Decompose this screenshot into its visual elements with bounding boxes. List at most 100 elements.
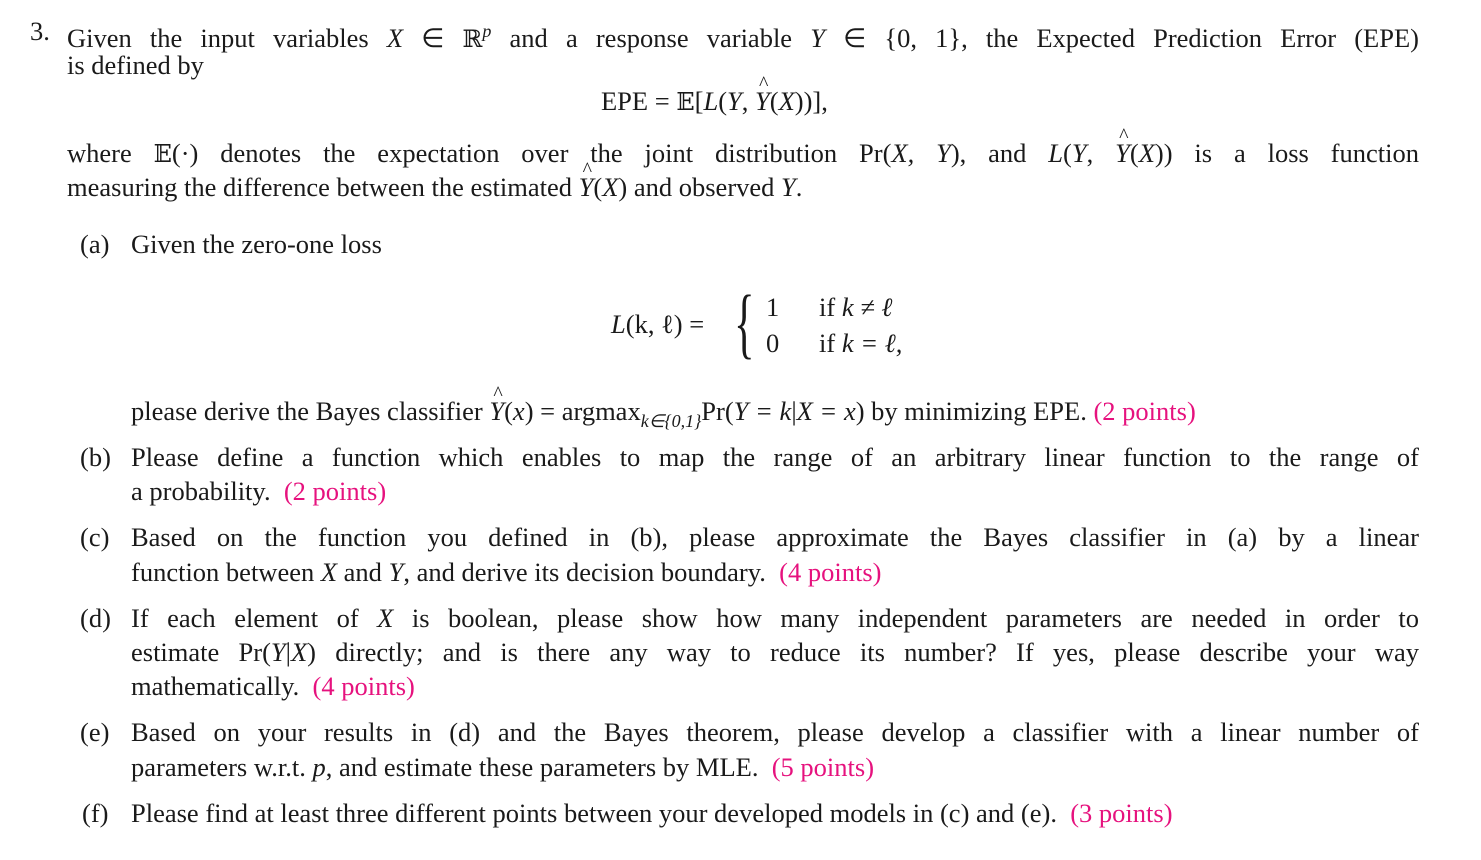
var-X: X xyxy=(1138,138,1155,168)
var-Y: Y xyxy=(810,23,825,53)
part-e-text: parameters w.r.t. xyxy=(131,752,313,782)
real-numbers-symbol: ℝ xyxy=(462,25,483,53)
paren-open: ( xyxy=(593,172,603,202)
where-text-b: (·) denotes the expectation over the joi… xyxy=(171,138,892,168)
if-text: if xyxy=(819,328,842,358)
problem-intro-line2: is defined by xyxy=(67,50,204,80)
where-line2: measuring the difference between the est… xyxy=(67,153,803,204)
where-text-c: ), and xyxy=(950,138,1049,168)
part-c-label: (c) xyxy=(80,522,110,552)
pr-text: Pr( xyxy=(701,396,734,426)
expectation-symbol: 𝔼 xyxy=(676,88,695,116)
comma: , xyxy=(1086,138,1116,168)
paren-open: ( xyxy=(1063,138,1072,168)
and-text: and xyxy=(337,557,389,587)
part-a-followup: please derive the Bayes classifier Y(x) … xyxy=(131,377,1196,438)
part-c-line2: function between X and Y, and derive its… xyxy=(131,555,881,589)
where-text-a: where xyxy=(67,138,154,168)
where-text-e: )) is a loss function xyxy=(1154,138,1419,168)
case1-expr: k ≠ ℓ xyxy=(841,292,893,322)
loss-L: L xyxy=(1048,138,1064,168)
problem-intro-line1: Given the input variables X ∈ ℝp and a r… xyxy=(67,14,1419,56)
paren-open: ( xyxy=(1129,138,1139,168)
var-X: X xyxy=(602,172,619,202)
case2-expr: k = ℓ, xyxy=(841,328,903,358)
loss-L: L xyxy=(611,309,626,339)
where-line1: where 𝔼(·) denotes the expectation over … xyxy=(67,119,1419,171)
var-Y: Y xyxy=(270,637,286,667)
element-of-symbol: ∈ xyxy=(403,23,463,53)
points-badge: (5 points) xyxy=(771,752,875,782)
period: . xyxy=(795,172,803,202)
part-d-line2: estimate Pr(Y|X) directly; and is there … xyxy=(131,635,1419,669)
case1-condition: if k ≠ ℓ xyxy=(819,290,892,324)
var-Y: Y xyxy=(1071,138,1087,168)
part-d-text-b: ) directly; and is there any way to redu… xyxy=(307,637,1420,667)
left-brace: { xyxy=(734,279,755,366)
var-X: X xyxy=(290,637,308,667)
loss-args: (k, ℓ) = xyxy=(625,309,705,339)
if-text: if xyxy=(819,292,842,322)
var-Y: Y xyxy=(727,86,742,116)
part-d-line3: mathematically. (4 points) xyxy=(131,669,415,703)
case2-value: 0 xyxy=(766,328,780,358)
var-p: p xyxy=(312,752,326,782)
intro-text-c: , the Expected Prediction Error (EPE) xyxy=(961,23,1419,53)
var-Y-hat: Y xyxy=(579,153,594,204)
points-badge: (4 points) xyxy=(312,671,415,701)
part-d-text: If each element of xyxy=(131,603,378,633)
points-badge: (2 points) xyxy=(1093,396,1196,426)
argmax-subscript: k∈{0,1} xyxy=(640,411,702,431)
comma: , xyxy=(741,86,756,116)
var-Y-hat: Y xyxy=(755,67,770,118)
part-a-label: (a) xyxy=(80,229,110,259)
part-e-text-b: , and estimate these parameters by MLE. xyxy=(325,752,759,782)
part-d-text: estimate Pr( xyxy=(131,637,271,667)
part-e-line2: parameters w.r.t. p, and estimate these … xyxy=(131,750,874,784)
part-f-text: Please find at least three different poi… xyxy=(131,798,1057,828)
part-d-line3-text: mathematically. xyxy=(131,671,300,701)
part-e-line1-text: Based on your results in (d) and the Bay… xyxy=(131,717,1419,747)
part-c-line1: Based on the function you defined in (b)… xyxy=(131,520,1419,554)
part-b-line2-text: a probability. xyxy=(131,476,271,506)
points-badge: (2 points) xyxy=(283,476,387,506)
part-d-label: (d) xyxy=(80,603,111,633)
y-eq-k: Y = k xyxy=(733,396,792,426)
part-d-line1: If each element of X is boolean, please … xyxy=(131,601,1419,635)
paren-open: ( xyxy=(504,396,513,426)
case2-condition: if k = ℓ, xyxy=(819,326,902,360)
followup-text: please derive the Bayes classifier xyxy=(131,396,490,426)
loss-lhs: L(k, ℓ) = xyxy=(611,307,704,341)
var-x: x xyxy=(512,396,525,426)
where-line2-text-c: ) and observed xyxy=(618,172,782,202)
part-e-label: (e) xyxy=(80,717,110,747)
part-b-label: (b) xyxy=(80,442,111,472)
set-01: ∈ {0, 1} xyxy=(824,23,962,53)
epe-equation: EPE = 𝔼[L(Y, Y(X))], xyxy=(601,67,828,119)
part-a-text: Given the zero-one loss xyxy=(131,229,382,259)
argmax-text: ) = argmax xyxy=(524,396,641,426)
part-e-line1: Based on your results in (d) and the Bay… xyxy=(131,715,1419,749)
where-line2-text: measuring the difference between the est… xyxy=(67,172,579,202)
intro-text-b: and a response variable xyxy=(491,23,811,53)
var-X: X xyxy=(778,86,795,116)
part-f-label: (f) xyxy=(82,798,109,828)
paren-open: ( xyxy=(718,86,728,116)
part-b-line1: Please define a function which enables t… xyxy=(131,440,1419,474)
var-X: X xyxy=(320,557,338,587)
exam-problem-page: 3. Given the input variables X ∈ ℝp and … xyxy=(0,0,1481,860)
part-c-text-c: , and derive its decision boundary. xyxy=(403,557,766,587)
points-badge: (3 points) xyxy=(1070,798,1173,828)
epe-lhs: EPE = xyxy=(601,86,677,116)
var-Y-hat: Y xyxy=(1115,119,1130,170)
part-f-line1: Please find at least three different poi… xyxy=(131,796,1173,830)
problem-number: 3. xyxy=(30,16,50,46)
var-X: X xyxy=(386,23,404,53)
loss-L: L xyxy=(703,86,719,116)
var-Y: Y xyxy=(781,172,796,202)
part-b-line1-text: Please define a function which enables t… xyxy=(131,442,1419,472)
closing: ))], xyxy=(794,86,828,116)
part-d-text-b: is boolean, please show how many indepen… xyxy=(393,603,1419,633)
var-Y-hat: Y xyxy=(489,377,504,428)
expectation-symbol: 𝔼 xyxy=(153,140,172,168)
